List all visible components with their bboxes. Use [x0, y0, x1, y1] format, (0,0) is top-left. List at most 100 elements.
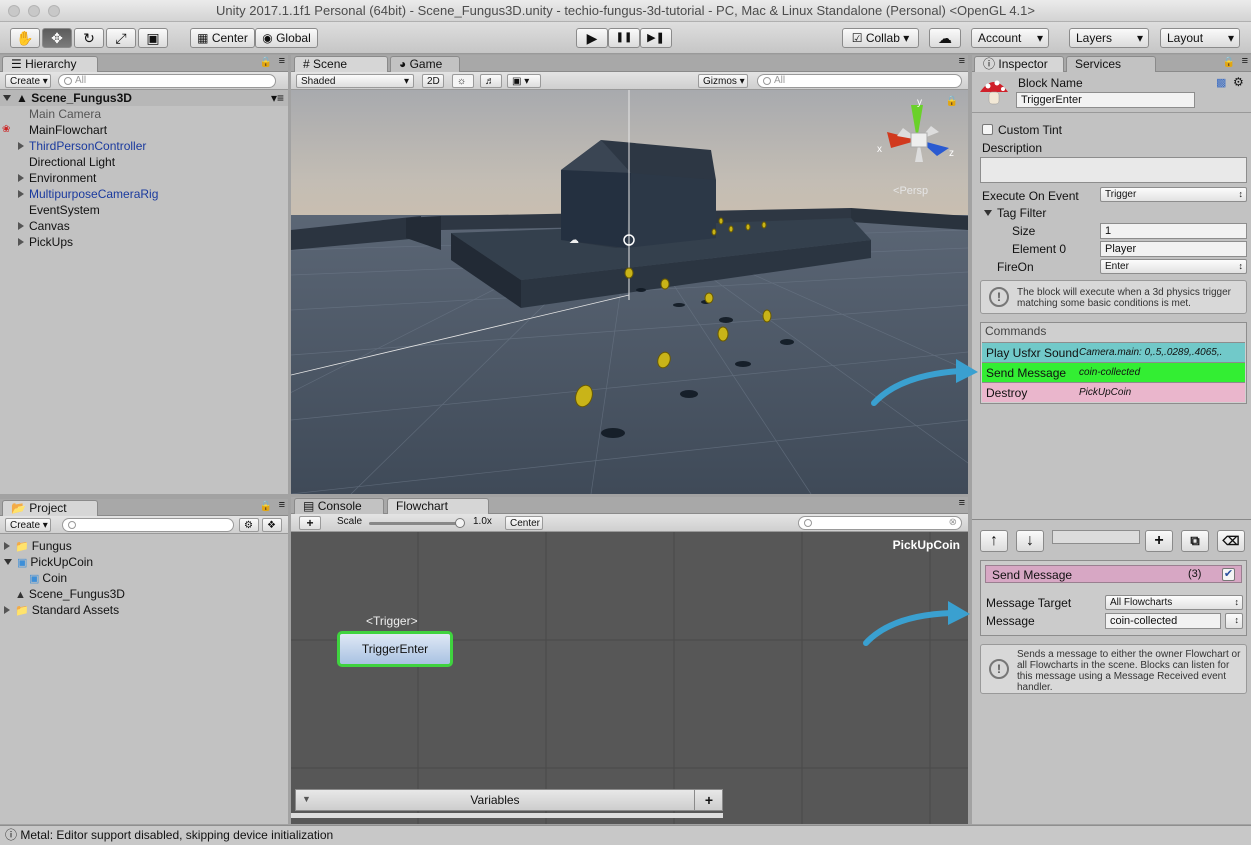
- project-item[interactable]: ▲ Scene_Fungus3D: [0, 586, 288, 602]
- message-variable-dropdown[interactable]: [1225, 613, 1243, 629]
- project-create-button[interactable]: Create ▾: [5, 518, 51, 532]
- project-search-input[interactable]: [62, 518, 234, 532]
- scene-search-input[interactable]: All: [757, 74, 962, 88]
- element0-input[interactable]: Player: [1100, 241, 1247, 257]
- send-message-header[interactable]: Send Message (3) ✔: [985, 565, 1242, 583]
- tab-scene[interactable]: # Scene: [294, 56, 388, 72]
- hierarchy-create-button[interactable]: Create ▾: [5, 74, 51, 88]
- message-target-dropdown[interactable]: All Flowcharts: [1105, 595, 1243, 610]
- scene-menu-icon[interactable]: ▾≡: [271, 90, 284, 106]
- cloud-button[interactable]: ☁: [929, 28, 961, 48]
- tab-services[interactable]: Services: [1066, 56, 1156, 72]
- tab-hierarchy[interactable]: ☰ Hierarchy: [2, 56, 98, 72]
- collab-dropdown[interactable]: ☑ Collab ▾: [842, 28, 919, 48]
- play-button[interactable]: ▶: [576, 28, 608, 48]
- pause-button[interactable]: ❚❚: [608, 28, 640, 48]
- rect-tool-button[interactable]: ▣: [138, 28, 168, 48]
- minimize-window-button[interactable]: [28, 5, 40, 17]
- lock-icon[interactable]: 🔒: [260, 501, 272, 512]
- tab-game[interactable]: ◕ Game: [390, 56, 460, 72]
- expand-arrow-icon[interactable]: [18, 142, 24, 150]
- effects-dropdown[interactable]: ▣ ▾: [507, 74, 541, 88]
- flowchart-canvas[interactable]: PickUpCoin <Trigger> TriggerEnter ▼ Vari…: [291, 532, 968, 824]
- hierarchy-item[interactable]: MultipurposeCameraRig: [0, 186, 288, 202]
- center-view-button[interactable]: Center: [505, 516, 543, 530]
- add-command-button[interactable]: +: [1145, 530, 1173, 552]
- persp-label[interactable]: <Persp: [893, 185, 928, 197]
- layers-dropdown[interactable]: Layers ▾: [1069, 28, 1149, 48]
- close-window-button[interactable]: [8, 5, 20, 17]
- tab-project[interactable]: 📂 Project: [2, 500, 98, 516]
- lock-icon[interactable]: 🔒: [946, 96, 958, 107]
- command-row[interactable]: Destroy PickUpCoin: [982, 382, 1245, 402]
- layout-dropdown[interactable]: Layout ▾: [1160, 28, 1240, 48]
- audio-toggle[interactable]: ♬: [480, 74, 502, 88]
- zoom-window-button[interactable]: [48, 5, 60, 17]
- scene-viewport[interactable]: ☁ y x z <Persp 🔒: [291, 90, 968, 494]
- clear-search-icon[interactable]: ⊗: [949, 517, 957, 529]
- description-input[interactable]: [980, 157, 1247, 183]
- project-item[interactable]: ▣ PickUpCoin: [0, 554, 288, 570]
- project-item[interactable]: 📁 Standard Assets: [0, 602, 288, 618]
- expand-arrow-icon[interactable]: [18, 238, 24, 246]
- trigger-enter-block[interactable]: TriggerEnter: [337, 631, 453, 667]
- flowchart-search-input[interactable]: ⊗: [798, 516, 962, 530]
- execute-on-event-dropdown[interactable]: Trigger: [1100, 187, 1247, 202]
- block-name-input[interactable]: TriggerEnter: [1016, 92, 1195, 108]
- hand-tool-button[interactable]: ✋: [10, 28, 40, 48]
- lock-icon[interactable]: 🔒: [1223, 57, 1235, 68]
- hierarchy-item[interactable]: EventSystem: [0, 202, 288, 218]
- panel-menu-icon[interactable]: ≡: [279, 499, 285, 511]
- panel-menu-icon[interactable]: ≡: [279, 55, 285, 67]
- hierarchy-item[interactable]: PickUps: [0, 234, 288, 250]
- size-input[interactable]: 1: [1100, 223, 1247, 239]
- hierarchy-scene-row[interactable]: ▲ Scene_Fungus3D ▾≡: [0, 90, 288, 106]
- rotate-tool-button[interactable]: ↻: [74, 28, 104, 48]
- message-input[interactable]: coin-collected: [1105, 613, 1221, 629]
- expand-arrow-icon[interactable]: [4, 542, 10, 550]
- command-enabled-checkbox[interactable]: ✔: [1222, 568, 1235, 581]
- gear-icon[interactable]: ⚙: [1233, 75, 1244, 89]
- panel-menu-icon[interactable]: ≡: [959, 55, 965, 67]
- panel-menu-icon[interactable]: ≡: [959, 497, 965, 509]
- expand-arrow-icon[interactable]: [18, 174, 24, 182]
- tab-inspector[interactable]: ⓘ Inspector: [974, 56, 1064, 72]
- scale-slider-handle[interactable]: [455, 518, 465, 528]
- project-item[interactable]: ▣ Coin: [0, 570, 288, 586]
- account-dropdown[interactable]: Account ▾: [971, 28, 1049, 48]
- hierarchy-item[interactable]: Directional Light: [0, 154, 288, 170]
- step-button[interactable]: ▶❚: [640, 28, 672, 48]
- move-command-up-button[interactable]: ↑: [980, 530, 1008, 552]
- hierarchy-item[interactable]: Environment: [0, 170, 288, 186]
- move-command-down-button[interactable]: ↓: [1016, 530, 1044, 552]
- tab-console[interactable]: ▤ Console: [294, 498, 384, 514]
- hierarchy-item[interactable]: Main Camera: [0, 106, 288, 122]
- duplicate-command-button[interactable]: ⧉: [1181, 530, 1209, 552]
- pivot-center-button[interactable]: ▦ Center: [190, 28, 255, 48]
- tab-flowchart[interactable]: Flowchart: [387, 498, 489, 514]
- tag-filter-foldout[interactable]: Tag Filter: [984, 206, 1046, 220]
- 2d-toggle[interactable]: 2D: [422, 74, 444, 88]
- custom-tint-checkbox[interactable]: [982, 124, 993, 135]
- expand-arrow-icon[interactable]: [18, 222, 24, 230]
- help-book-icon[interactable]: ▩: [1216, 76, 1226, 89]
- move-tool-button[interactable]: ✥: [42, 28, 72, 48]
- filter-by-label-button[interactable]: ❖: [262, 518, 282, 532]
- project-item[interactable]: 📁 Fungus: [0, 538, 288, 554]
- expand-arrow-icon[interactable]: [18, 190, 24, 198]
- hierarchy-item[interactable]: ❀ MainFlowchart: [0, 122, 288, 138]
- lock-icon[interactable]: 🔒: [260, 57, 272, 68]
- pivot-global-button[interactable]: ◉ Global: [255, 28, 318, 48]
- hierarchy-item[interactable]: Canvas: [0, 218, 288, 234]
- scale-tool-button[interactable]: ⤢: [106, 28, 136, 48]
- filter-by-type-button[interactable]: ⚙: [239, 518, 259, 532]
- add-block-button[interactable]: +: [299, 516, 321, 530]
- add-variable-button[interactable]: +: [694, 790, 723, 810]
- command-search-input[interactable]: [1052, 530, 1140, 544]
- gizmos-dropdown[interactable]: Gizmos ▾: [698, 74, 748, 88]
- shading-mode-dropdown[interactable]: Shaded ▾: [296, 74, 414, 88]
- expand-arrow-icon[interactable]: [4, 606, 10, 614]
- delete-command-button[interactable]: ⌫: [1217, 530, 1245, 552]
- scale-slider[interactable]: [369, 518, 465, 528]
- command-row[interactable]: Play Usfxr Sound Camera.main: 0,.5,.0289,…: [982, 342, 1245, 362]
